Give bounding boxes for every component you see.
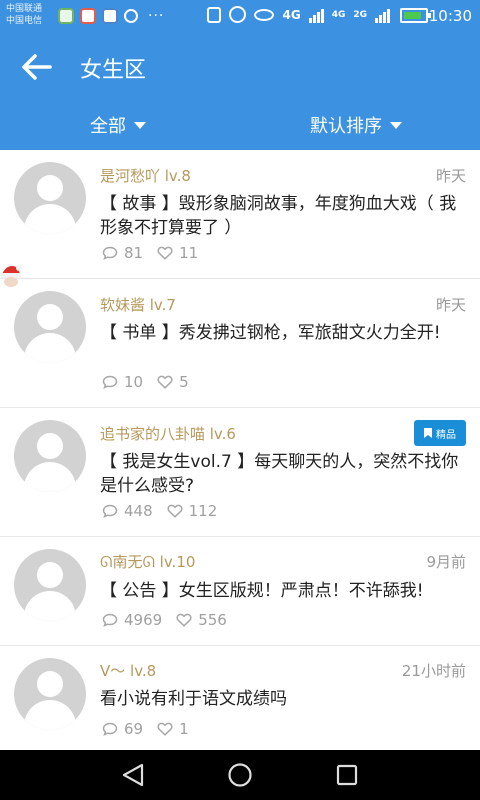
carrier-2: 中国电信: [6, 16, 43, 26]
nav-recents-button[interactable]: [332, 762, 362, 788]
comment-count: 69: [124, 720, 144, 738]
post-item[interactable]: 是河愁吖 lv.8 昨天 【 故事 】毁形象脑洞故事，年度狗血大戏（ 我形象不打…: [0, 150, 480, 279]
post-title[interactable]: 【 我是女生vol.7 】每天聊天的人，突然不找你是什么感受?: [100, 450, 470, 498]
post-title[interactable]: 【 公告 】女生区版规！严肃点！不许舔我!: [100, 579, 470, 603]
avatar[interactable]: [14, 658, 86, 730]
post-username[interactable]: 追书家的八卦喵 lv.6: [100, 423, 236, 444]
more-notifications-icon: ···: [148, 8, 165, 24]
floating-santa-icon[interactable]: [0, 260, 22, 288]
comment-icon: [102, 246, 118, 260]
heart-icon: [176, 613, 192, 627]
signal-icon-2: [375, 7, 390, 23]
heart-icon: [167, 504, 183, 518]
battery-icon: [400, 8, 431, 23]
eye-comfort-icon: [254, 8, 275, 21]
post-stats: 448 112: [102, 502, 217, 520]
post-title[interactable]: 【 书单 】秀发拂过钢枪，军旅甜文火力全开!: [100, 321, 470, 345]
post-list[interactable]: 是河愁吖 lv.8 昨天 【 故事 】毁形象脑洞故事，年度狗血大戏（ 我形象不打…: [0, 150, 480, 750]
post-stats: 81 11: [102, 244, 198, 262]
post-title[interactable]: 看小说有利于语文成绩吗: [100, 687, 470, 711]
post-item[interactable]: 追书家的八卦喵 lv.6 精品 【 我是女生vol.7 】每天聊天的人，突然不找…: [0, 408, 480, 537]
heart-icon: [157, 246, 173, 260]
bookmark-icon: [424, 428, 432, 438]
like-count: 1: [179, 720, 189, 738]
square-recents-icon: [336, 764, 358, 786]
post-username[interactable]: ᘏ南无ᘏ lv.10: [100, 551, 195, 572]
back-arrow-icon: [22, 54, 52, 80]
nav-back-button[interactable]: [118, 762, 148, 788]
app-notification-icon: [58, 8, 74, 24]
network-type-1: 4G: [282, 7, 301, 22]
post-item[interactable]: 软妹酱 lv.7 昨天 【 书单 】秀发拂过钢枪，军旅甜文火力全开! 10 5: [0, 279, 480, 408]
nav-home-button[interactable]: [225, 762, 255, 788]
avatar[interactable]: [14, 420, 86, 492]
triangle-back-icon: [122, 763, 144, 787]
notification-icons: ···: [58, 8, 164, 24]
app-notification-icon: [102, 8, 118, 24]
back-button[interactable]: [18, 50, 58, 84]
page-title: 女生区: [80, 58, 147, 83]
post-stats: 4969 556: [102, 611, 227, 629]
post-item[interactable]: ᘏ南无ᘏ lv.10 9月前 【 公告 】女生区版规！严肃点！不许舔我! 496…: [0, 537, 480, 646]
alarm-icon: [229, 6, 247, 23]
carrier-info: 中国联通 中国电信: [6, 3, 42, 27]
comment-count: 4969: [124, 611, 163, 629]
like-count: 112: [188, 502, 218, 520]
comment-icon: [102, 504, 118, 518]
comment-icon: [102, 375, 118, 389]
category-filter-dropdown[interactable]: 全部: [90, 112, 146, 138]
post-time: 9月前: [426, 553, 466, 571]
network-type-3: 2G: [353, 9, 367, 20]
category-filter-label: 全部: [90, 116, 126, 137]
status-bar: 中国联通 中国电信 ··· 4G 4G 2G 10:30: [0, 0, 480, 32]
post-time: 昨天: [435, 296, 466, 314]
comment-icon: [102, 722, 118, 736]
signal-icon: [308, 7, 324, 23]
system-nav-bar: [0, 750, 480, 800]
like-count: 5: [179, 373, 189, 391]
comment-count: 448: [124, 502, 153, 520]
vibrate-icon: [207, 6, 222, 23]
like-count: 556: [198, 611, 227, 629]
system-icons: 4G 4G 2G: [207, 6, 390, 23]
app-bar: 女生区 全部 默认排序: [0, 32, 480, 150]
post-time: 21小时前: [401, 662, 466, 680]
network-type-2: 4G: [331, 9, 346, 20]
carrier-1: 中国联通: [6, 4, 43, 14]
featured-badge: 精品: [414, 420, 466, 446]
post-title[interactable]: 【 故事 】毁形象脑洞故事，年度狗血大戏（ 我形象不打算要了 ）: [100, 192, 470, 240]
featured-badge-label: 精品: [436, 429, 456, 441]
comment-icon: [102, 613, 118, 627]
app-notification-icon: [124, 9, 138, 23]
like-count: 11: [179, 244, 199, 262]
caret-down-icon: [390, 121, 402, 129]
avatar[interactable]: [14, 549, 86, 621]
avatar[interactable]: [14, 291, 86, 363]
circle-home-icon: [228, 763, 252, 787]
avatar[interactable]: [14, 162, 86, 234]
app-notification-icon: [80, 8, 96, 24]
post-username[interactable]: 软妹酱 lv.7: [100, 294, 176, 315]
heart-icon: [157, 722, 173, 736]
post-stats: 10 5: [102, 373, 189, 391]
caret-down-icon: [134, 121, 146, 129]
sort-label: 默认排序: [310, 116, 382, 137]
post-time: 昨天: [435, 167, 466, 185]
post-stats: 69 1: [102, 720, 189, 738]
status-time: 10:30: [428, 7, 472, 25]
post-username[interactable]: V～ lv.8: [100, 660, 156, 681]
heart-icon: [157, 375, 173, 389]
post-item[interactable]: V～ lv.8 21小时前 看小说有利于语文成绩吗 69 1: [0, 646, 480, 750]
sort-dropdown[interactable]: 默认排序: [310, 112, 402, 138]
comment-count: 10: [124, 373, 144, 391]
comment-count: 81: [124, 244, 144, 262]
post-username[interactable]: 是河愁吖 lv.8: [100, 165, 191, 186]
